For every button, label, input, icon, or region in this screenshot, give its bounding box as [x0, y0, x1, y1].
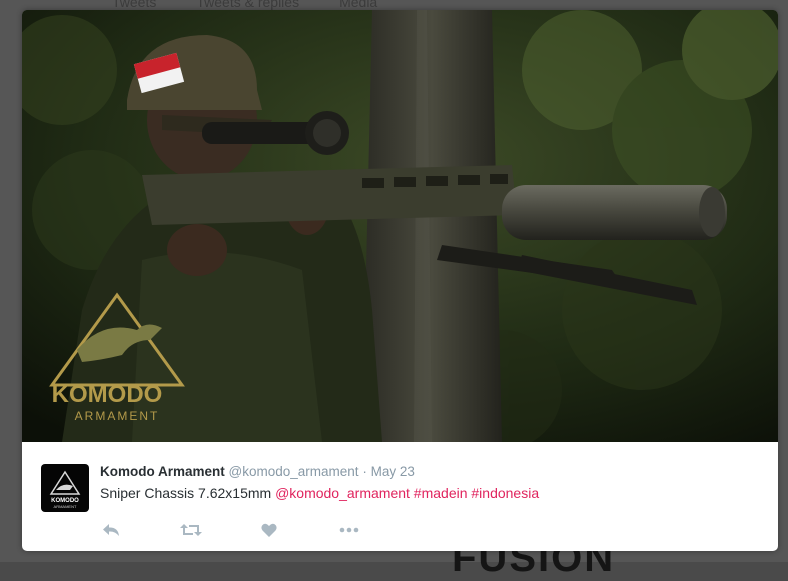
tweet-details: KOMODO ARMAMENT Komodo Armament @komodo_…	[22, 442, 778, 551]
reply-icon	[103, 524, 119, 536]
like-icon	[261, 523, 277, 537]
photo-scene: KOMODO ARMAMENT	[22, 10, 778, 442]
background-tab-media: Media	[339, 0, 378, 10]
photo-logo-line2: ARMAMENT	[75, 409, 160, 423]
background-profile-tabs: Tweets Tweets & replies Media	[112, 0, 377, 10]
photo-logo-line1: KOMODO	[52, 381, 163, 408]
background-tab-replies: Tweets & replies	[196, 0, 300, 10]
tweet-text: Sniper Chassis 7.62x15mm @komodo_armamen…	[100, 485, 539, 501]
tweet-header: Komodo Armament @komodo_armament · May 2…	[100, 464, 415, 479]
retweet-icon	[180, 524, 202, 536]
avatar-logo-icon: KOMODO ARMAMENT	[49, 470, 81, 509]
mention-link[interactable]: @komodo_armament	[275, 485, 410, 501]
author-name[interactable]: Komodo Armament	[100, 464, 225, 479]
background-tab-tweets: Tweets	[112, 0, 157, 10]
reply-button[interactable]	[100, 521, 122, 539]
hashtag-madein-link[interactable]: #madein	[414, 485, 468, 501]
separator-dot: ·	[362, 464, 367, 479]
like-button[interactable]	[258, 521, 280, 539]
hashtag-indonesia-link[interactable]: #indonesia	[471, 485, 539, 501]
tweet-text-plain: Sniper Chassis 7.62x15mm	[100, 485, 276, 501]
avatar[interactable]: KOMODO ARMAMENT	[41, 464, 89, 512]
tweet-date[interactable]: May 23	[371, 464, 415, 479]
retweet-button[interactable]	[180, 521, 202, 539]
tweet-actions	[100, 521, 360, 539]
more-icon	[339, 527, 359, 533]
tweet-photo[interactable]: KOMODO ARMAMENT	[22, 10, 778, 442]
more-button[interactable]	[338, 521, 360, 539]
media-lightbox: KOMODO ARMAMENT KOMODO ARMAMENT Komodo A…	[22, 10, 778, 551]
author-handle[interactable]: @komodo_armament	[229, 464, 359, 479]
avatar-text-line2: ARMAMENT	[54, 504, 77, 509]
